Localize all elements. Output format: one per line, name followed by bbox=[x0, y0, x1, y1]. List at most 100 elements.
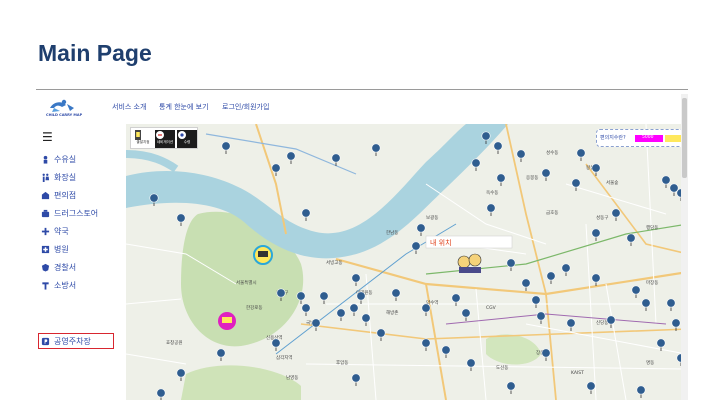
convenience-index-legend[interactable]: 편의지수란? 5000 bbox=[596, 129, 688, 147]
map-control-label: 수령 bbox=[183, 140, 191, 144]
pin-head bbox=[561, 263, 571, 273]
map-place-label: 행당동 bbox=[646, 224, 658, 231]
pin-head bbox=[276, 288, 286, 298]
pin-head bbox=[311, 318, 321, 328]
police-icon bbox=[41, 263, 50, 272]
sidebar-item-public-parking[interactable]: 공영주차장 bbox=[41, 334, 91, 348]
pin-head bbox=[546, 271, 556, 281]
sidebar-item-label: 드러그스토어 bbox=[54, 208, 99, 218]
map-place-label: 해방촌 bbox=[386, 309, 398, 316]
sidebar-item-label: 소방서 bbox=[54, 280, 77, 290]
pin-head bbox=[349, 303, 359, 313]
pin-head bbox=[371, 143, 381, 153]
nav-login-signup[interactable]: 로그인/회원가입 bbox=[222, 102, 269, 112]
scrollbar-thumb[interactable] bbox=[682, 98, 687, 178]
pin-head bbox=[351, 273, 361, 283]
sidebar-item-convenience-store[interactable]: 편의점 bbox=[41, 188, 76, 202]
pin-head bbox=[591, 163, 601, 173]
pin-head bbox=[506, 258, 516, 268]
pin-head bbox=[336, 308, 346, 318]
map-place-label: 금호동 bbox=[546, 210, 558, 216]
pin-head bbox=[576, 148, 586, 158]
map-controls: 출발지점 네비게이션 수령 bbox=[130, 127, 198, 149]
pin-head bbox=[536, 311, 546, 321]
map-place-label: 옥수동 bbox=[486, 190, 498, 196]
pin-head bbox=[496, 173, 506, 183]
sidebar-item-pharmacy[interactable]: 약국 bbox=[41, 224, 69, 238]
nav-statistics[interactable]: 통계 한눈에 보기 bbox=[159, 102, 209, 112]
sidebar-item-police[interactable]: 경찰서 bbox=[41, 260, 76, 274]
tourist-marker[interactable] bbox=[253, 245, 273, 265]
pickup-icon bbox=[178, 131, 186, 139]
pin-head bbox=[626, 233, 636, 243]
divider bbox=[36, 89, 688, 90]
pin-head bbox=[669, 183, 679, 193]
start-point-button[interactable]: 출발지점 bbox=[133, 130, 153, 148]
logo-text: CHILD CARRY MAP bbox=[46, 113, 83, 117]
pin-head bbox=[421, 338, 431, 348]
navigation-icon bbox=[156, 131, 164, 139]
map-place-label: 남영동 bbox=[286, 374, 298, 381]
fire-station-icon bbox=[42, 281, 49, 290]
nav-service-intro[interactable]: 서비스 소개 bbox=[112, 102, 146, 112]
map-place-label: 응봉동 bbox=[526, 175, 538, 181]
pin-head bbox=[566, 318, 576, 328]
navigation-button[interactable]: 네비게이션 bbox=[155, 130, 175, 148]
map-place-label: 한남동 bbox=[386, 229, 398, 236]
pin-head bbox=[156, 388, 166, 398]
pin-head bbox=[301, 303, 311, 313]
hamburger-icon[interactable]: ☰ bbox=[42, 130, 53, 144]
pin-head bbox=[176, 368, 186, 378]
pin-head bbox=[636, 385, 646, 395]
map-place-label: 보광동 bbox=[426, 214, 438, 221]
pin-head bbox=[471, 158, 481, 168]
person-icon bbox=[459, 267, 481, 273]
my-location-label: 내 위치 bbox=[430, 238, 452, 247]
sidebar-item-drugstore[interactable]: 드러그스토어 bbox=[41, 206, 98, 220]
map-control-label: 네비게이션 bbox=[156, 140, 174, 144]
sidebar: ☰ 수유실 화장실 편의점 드러그스토어 약국 병원 경찰서 소방서 공영주차장 bbox=[36, 124, 124, 400]
pin-head bbox=[656, 338, 666, 348]
scrollbar[interactable] bbox=[681, 94, 688, 400]
pin-head bbox=[296, 291, 306, 301]
sidebar-item-label: 약국 bbox=[54, 226, 69, 236]
pin-head bbox=[271, 338, 281, 348]
map-control-label: 출발지점 bbox=[136, 140, 150, 144]
sidebar-item-hospital[interactable]: 병원 bbox=[41, 242, 69, 256]
pin-head bbox=[461, 308, 471, 318]
pin-head bbox=[661, 175, 671, 185]
parking-icon bbox=[41, 337, 50, 345]
app-window: CHILD CARRY MAP 서비스 소개 통계 한눈에 보기 로그인/회원가… bbox=[36, 94, 688, 400]
pin-head bbox=[606, 315, 616, 325]
map-canvas[interactable]: 서울특별시용산구서빙고동한남동이태원동한강로동국방부신용산역삼각지역효창공원남영… bbox=[126, 124, 688, 400]
start-point-icon bbox=[135, 130, 141, 140]
highlight-marker[interactable] bbox=[218, 312, 236, 330]
pickup-button[interactable]: 수령 bbox=[177, 130, 197, 148]
pin-head bbox=[671, 318, 681, 328]
sidebar-item-label: 편의점 bbox=[54, 190, 77, 200]
pin-head bbox=[541, 168, 551, 178]
pin-head bbox=[481, 131, 491, 141]
legend-value: 5000 bbox=[642, 135, 654, 140]
sidebar-item-nursing-room[interactable]: 수유실 bbox=[41, 152, 76, 166]
pin-head bbox=[216, 348, 226, 358]
map-place-label: 서울특별시 bbox=[236, 279, 257, 286]
pin-head bbox=[631, 285, 641, 295]
logo[interactable]: CHILD CARRY MAP bbox=[40, 96, 100, 120]
sidebar-item-fire-station[interactable]: 소방서 bbox=[41, 278, 76, 292]
baby-icon bbox=[43, 155, 48, 164]
pin-head bbox=[451, 293, 461, 303]
pin-head bbox=[516, 149, 526, 159]
map-place-label: 한강로동 bbox=[246, 304, 263, 311]
pin-head bbox=[591, 228, 601, 238]
map-place-label: 효창공원 bbox=[166, 339, 183, 346]
sidebar-item-restroom[interactable]: 화장실 bbox=[41, 170, 76, 184]
pin-head bbox=[391, 288, 401, 298]
pin-head bbox=[176, 213, 186, 223]
pin-head bbox=[506, 381, 516, 391]
map-place-label: 후암동 bbox=[336, 359, 348, 366]
pin-head bbox=[493, 141, 503, 151]
sidebar-item-label: 병원 bbox=[54, 244, 69, 254]
map-place-label: 마장동 bbox=[646, 279, 658, 286]
map-view[interactable]: 서울특별시용산구서빙고동한남동이태원동한강로동국방부신용산역삼각지역효창공원남영… bbox=[126, 124, 688, 400]
